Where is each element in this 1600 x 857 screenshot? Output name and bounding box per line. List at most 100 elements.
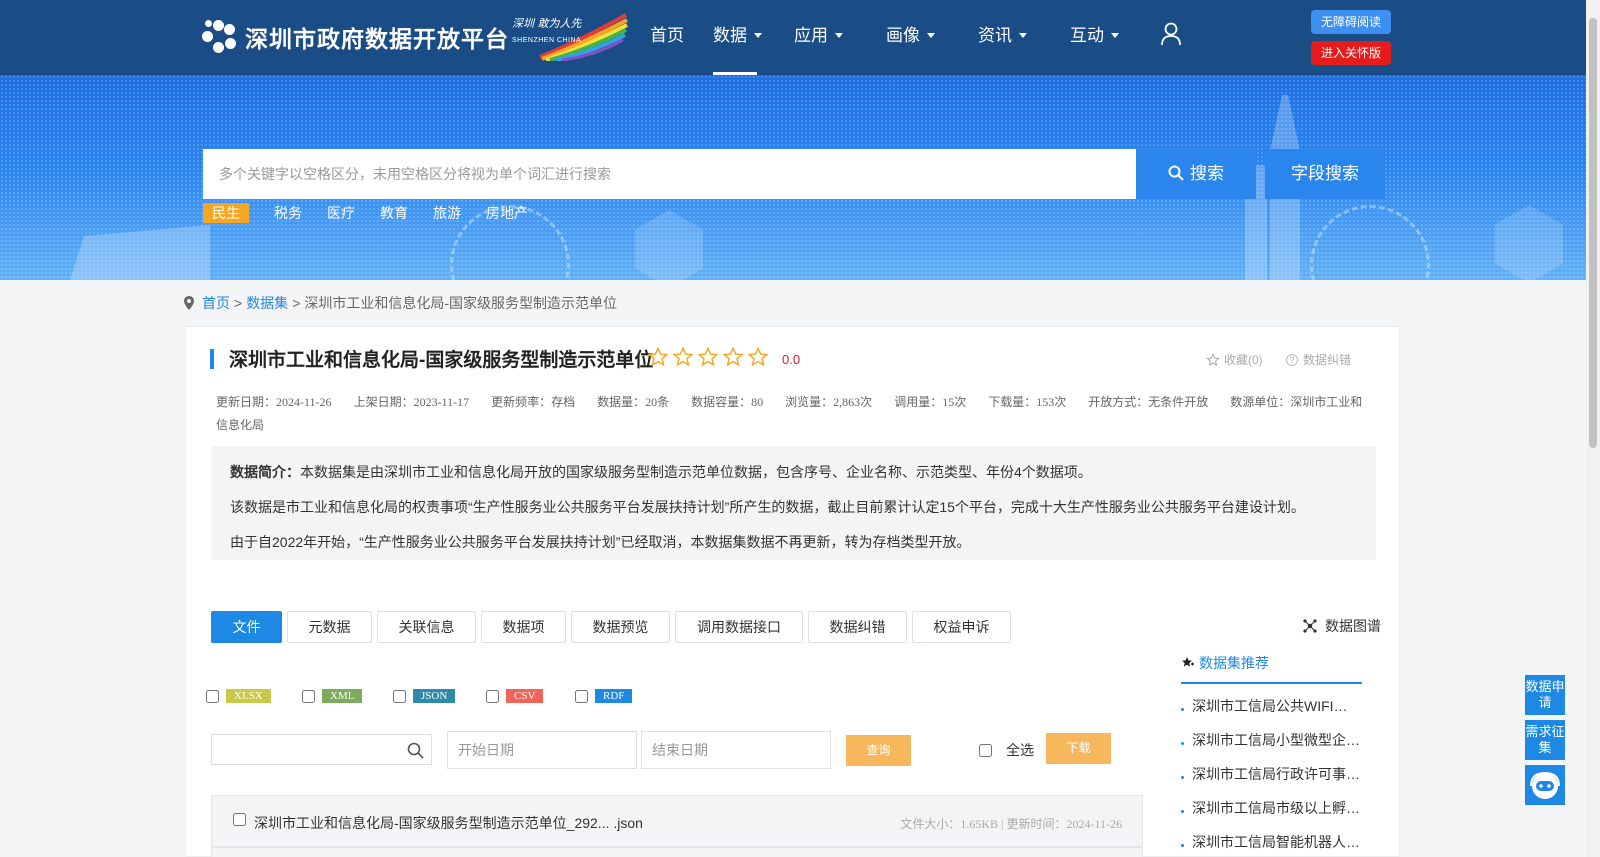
- hot-tag[interactable]: 税务: [274, 203, 302, 223]
- star-icon[interactable]: [722, 346, 744, 368]
- download-button[interactable]: 下载: [1046, 733, 1111, 764]
- tab-data-items[interactable]: 数据项: [481, 611, 566, 643]
- recommend-item[interactable]: 深圳市工信局公共WIFI…: [1181, 696, 1371, 716]
- format-filter-xlsx[interactable]: XLSX: [206, 689, 271, 703]
- select-all-checkbox[interactable]: [979, 743, 992, 757]
- recommend-item[interactable]: 深圳市工信局小型微型企…: [1181, 730, 1371, 750]
- recommend-item[interactable]: 深圳市工信局行政许可事…: [1181, 764, 1371, 784]
- select-all-label: 全选: [1006, 742, 1034, 758]
- recommend-item[interactable]: 深圳市工信局智能机器人…: [1181, 832, 1371, 852]
- question-icon: ?: [1286, 353, 1298, 366]
- format-checkbox[interactable]: [575, 689, 588, 703]
- search-button-label: 搜索: [1190, 164, 1224, 183]
- robot-assistant-button[interactable]: [1525, 765, 1565, 805]
- correction-label: 数据纠错: [1303, 353, 1352, 367]
- query-button[interactable]: 查询: [846, 735, 911, 766]
- search-input[interactable]: [203, 149, 1136, 199]
- data-graph-button[interactable]: 数据图谱: [1303, 616, 1381, 636]
- star-icon[interactable]: [672, 346, 694, 368]
- nav-data[interactable]: 数据: [713, 0, 762, 75]
- chevron-down-icon: [754, 33, 762, 38]
- breadcrumb-separator: >: [292, 295, 301, 311]
- format-tag: JSON: [413, 689, 456, 703]
- accessibility-button[interactable]: 无障碍阅读: [1311, 10, 1391, 34]
- nav-label: 数据: [713, 26, 747, 45]
- scrollbar-thumb[interactable]: [1589, 18, 1597, 448]
- nav-news[interactable]: 资讯: [978, 0, 1027, 75]
- data-correction-link[interactable]: ? 数据纠错: [1286, 351, 1351, 368]
- hot-tags: 民生 税务 医疗 教育 旅游 房地产: [203, 203, 553, 223]
- format-checkbox[interactable]: [486, 689, 499, 703]
- select-all[interactable]: 全选: [979, 740, 1034, 760]
- nav-home[interactable]: 首页: [650, 0, 684, 75]
- breadcrumb-home[interactable]: 首页: [202, 293, 230, 313]
- favorite-button[interactable]: 收藏(0): [1206, 351, 1263, 368]
- format-filter-rdf[interactable]: RDF: [575, 689, 633, 703]
- dataset-card: 深圳市工业和信息化局-国家级服务型制造示范单位 0.0 收藏(0) ? 数据纠错…: [185, 326, 1400, 857]
- format-checkbox[interactable]: [302, 689, 315, 703]
- tab-appeal[interactable]: 权益申诉: [912, 611, 1011, 643]
- format-checkbox[interactable]: [206, 689, 219, 703]
- location-pin-icon: [184, 296, 194, 310]
- user-icon[interactable]: [1160, 22, 1182, 46]
- intro-line: 由于自2022年开始，“生产性服务业公共服务平台发展扶持计划”已经取消，本数据集…: [230, 534, 971, 550]
- demand-collect-button[interactable]: 需求征集: [1525, 720, 1565, 760]
- breadcrumb-datasets[interactable]: 数据集: [246, 293, 288, 313]
- tab-related-info[interactable]: 关联信息: [377, 611, 476, 643]
- site-logo[interactable]: 深圳市政府数据开放平台: [202, 20, 509, 54]
- nav-label: 首页: [650, 26, 684, 45]
- meta-downloads: 下载量：153次: [988, 395, 1067, 409]
- hot-tag[interactable]: 教育: [380, 203, 408, 223]
- tab-metadata[interactable]: 元数据: [287, 611, 372, 643]
- tab-api[interactable]: 调用数据接口: [675, 611, 803, 643]
- search-icon[interactable]: [407, 742, 424, 759]
- format-filter-csv[interactable]: CSV: [486, 689, 544, 703]
- nav-portrait[interactable]: 画像: [886, 0, 935, 75]
- breadcrumb-current: 深圳市工业和信息化局-国家级服务型制造示范单位: [304, 295, 618, 311]
- hot-tag[interactable]: 旅游: [433, 203, 461, 223]
- star-outline-icon: [1206, 352, 1220, 366]
- file-checkbox[interactable]: [233, 813, 246, 826]
- hot-tag[interactable]: 房地产: [486, 203, 528, 223]
- nav-label: 互动: [1070, 26, 1104, 45]
- chevron-down-icon: [927, 33, 935, 38]
- nav-label: 应用: [794, 26, 828, 45]
- recommend-title-label: 数据集推荐: [1199, 655, 1269, 671]
- nav-interact[interactable]: 互动: [1070, 0, 1119, 75]
- title-accent-bar: [210, 349, 214, 369]
- format-checkbox[interactable]: [393, 689, 406, 703]
- file-name[interactable]: 深圳市工业和信息化局-国家级服务型制造示范单位_292... .json: [254, 813, 643, 833]
- dataset-tabs: 文件 元数据 关联信息 数据项 数据预览 调用数据接口 数据纠错 权益申诉: [211, 611, 1016, 643]
- hot-tag[interactable]: 医疗: [327, 203, 355, 223]
- recommend-item-label: 深圳市工信局公共WIFI…: [1192, 698, 1348, 714]
- field-search-button[interactable]: 字段搜索: [1265, 149, 1385, 199]
- star-icon[interactable]: [647, 346, 669, 368]
- search-button[interactable]: 搜索: [1136, 149, 1256, 199]
- recommend-star-icon: [1182, 657, 1194, 667]
- file-row: [211, 847, 1143, 857]
- meta-record-count: 数据量：20条: [597, 395, 670, 409]
- meta-frequency: 更新频率：存档: [491, 395, 576, 409]
- page-scrollbar[interactable]: [1586, 0, 1600, 857]
- rating-stars[interactable]: [647, 346, 772, 368]
- star-icon[interactable]: [747, 346, 769, 368]
- start-date-input[interactable]: 开始日期: [447, 731, 637, 769]
- format-tag: CSV: [506, 689, 544, 703]
- nav-apps[interactable]: 应用: [794, 0, 843, 75]
- tab-correction[interactable]: 数据纠错: [808, 611, 907, 643]
- logo-mark-icon: [202, 20, 236, 54]
- tab-files[interactable]: 文件: [211, 611, 282, 643]
- brand-subtext: SHENZHEN CHINA: [512, 37, 582, 44]
- care-mode-button[interactable]: 进入关怀版: [1311, 41, 1391, 65]
- dataset-intro: 数据简介：本数据集是由深圳市工业和信息化局开放的国家级服务型制造示范单位数据，包…: [211, 446, 1376, 560]
- recommend-item[interactable]: 深圳市工信局市级以上孵…: [1181, 798, 1371, 818]
- tab-data-preview[interactable]: 数据预览: [571, 611, 670, 643]
- star-icon[interactable]: [697, 346, 719, 368]
- file-keyword-input[interactable]: [211, 734, 432, 765]
- data-apply-button[interactable]: 数据申请: [1525, 675, 1565, 715]
- format-filter-json[interactable]: JSON: [393, 689, 456, 703]
- hot-tag[interactable]: 民生: [203, 203, 249, 223]
- end-date-input[interactable]: 结束日期: [641, 731, 831, 769]
- format-filter-xml[interactable]: XML: [302, 689, 363, 703]
- file-row[interactable]: 深圳市工业和信息化局-国家级服务型制造示范单位_292... .json 文件大…: [211, 795, 1143, 847]
